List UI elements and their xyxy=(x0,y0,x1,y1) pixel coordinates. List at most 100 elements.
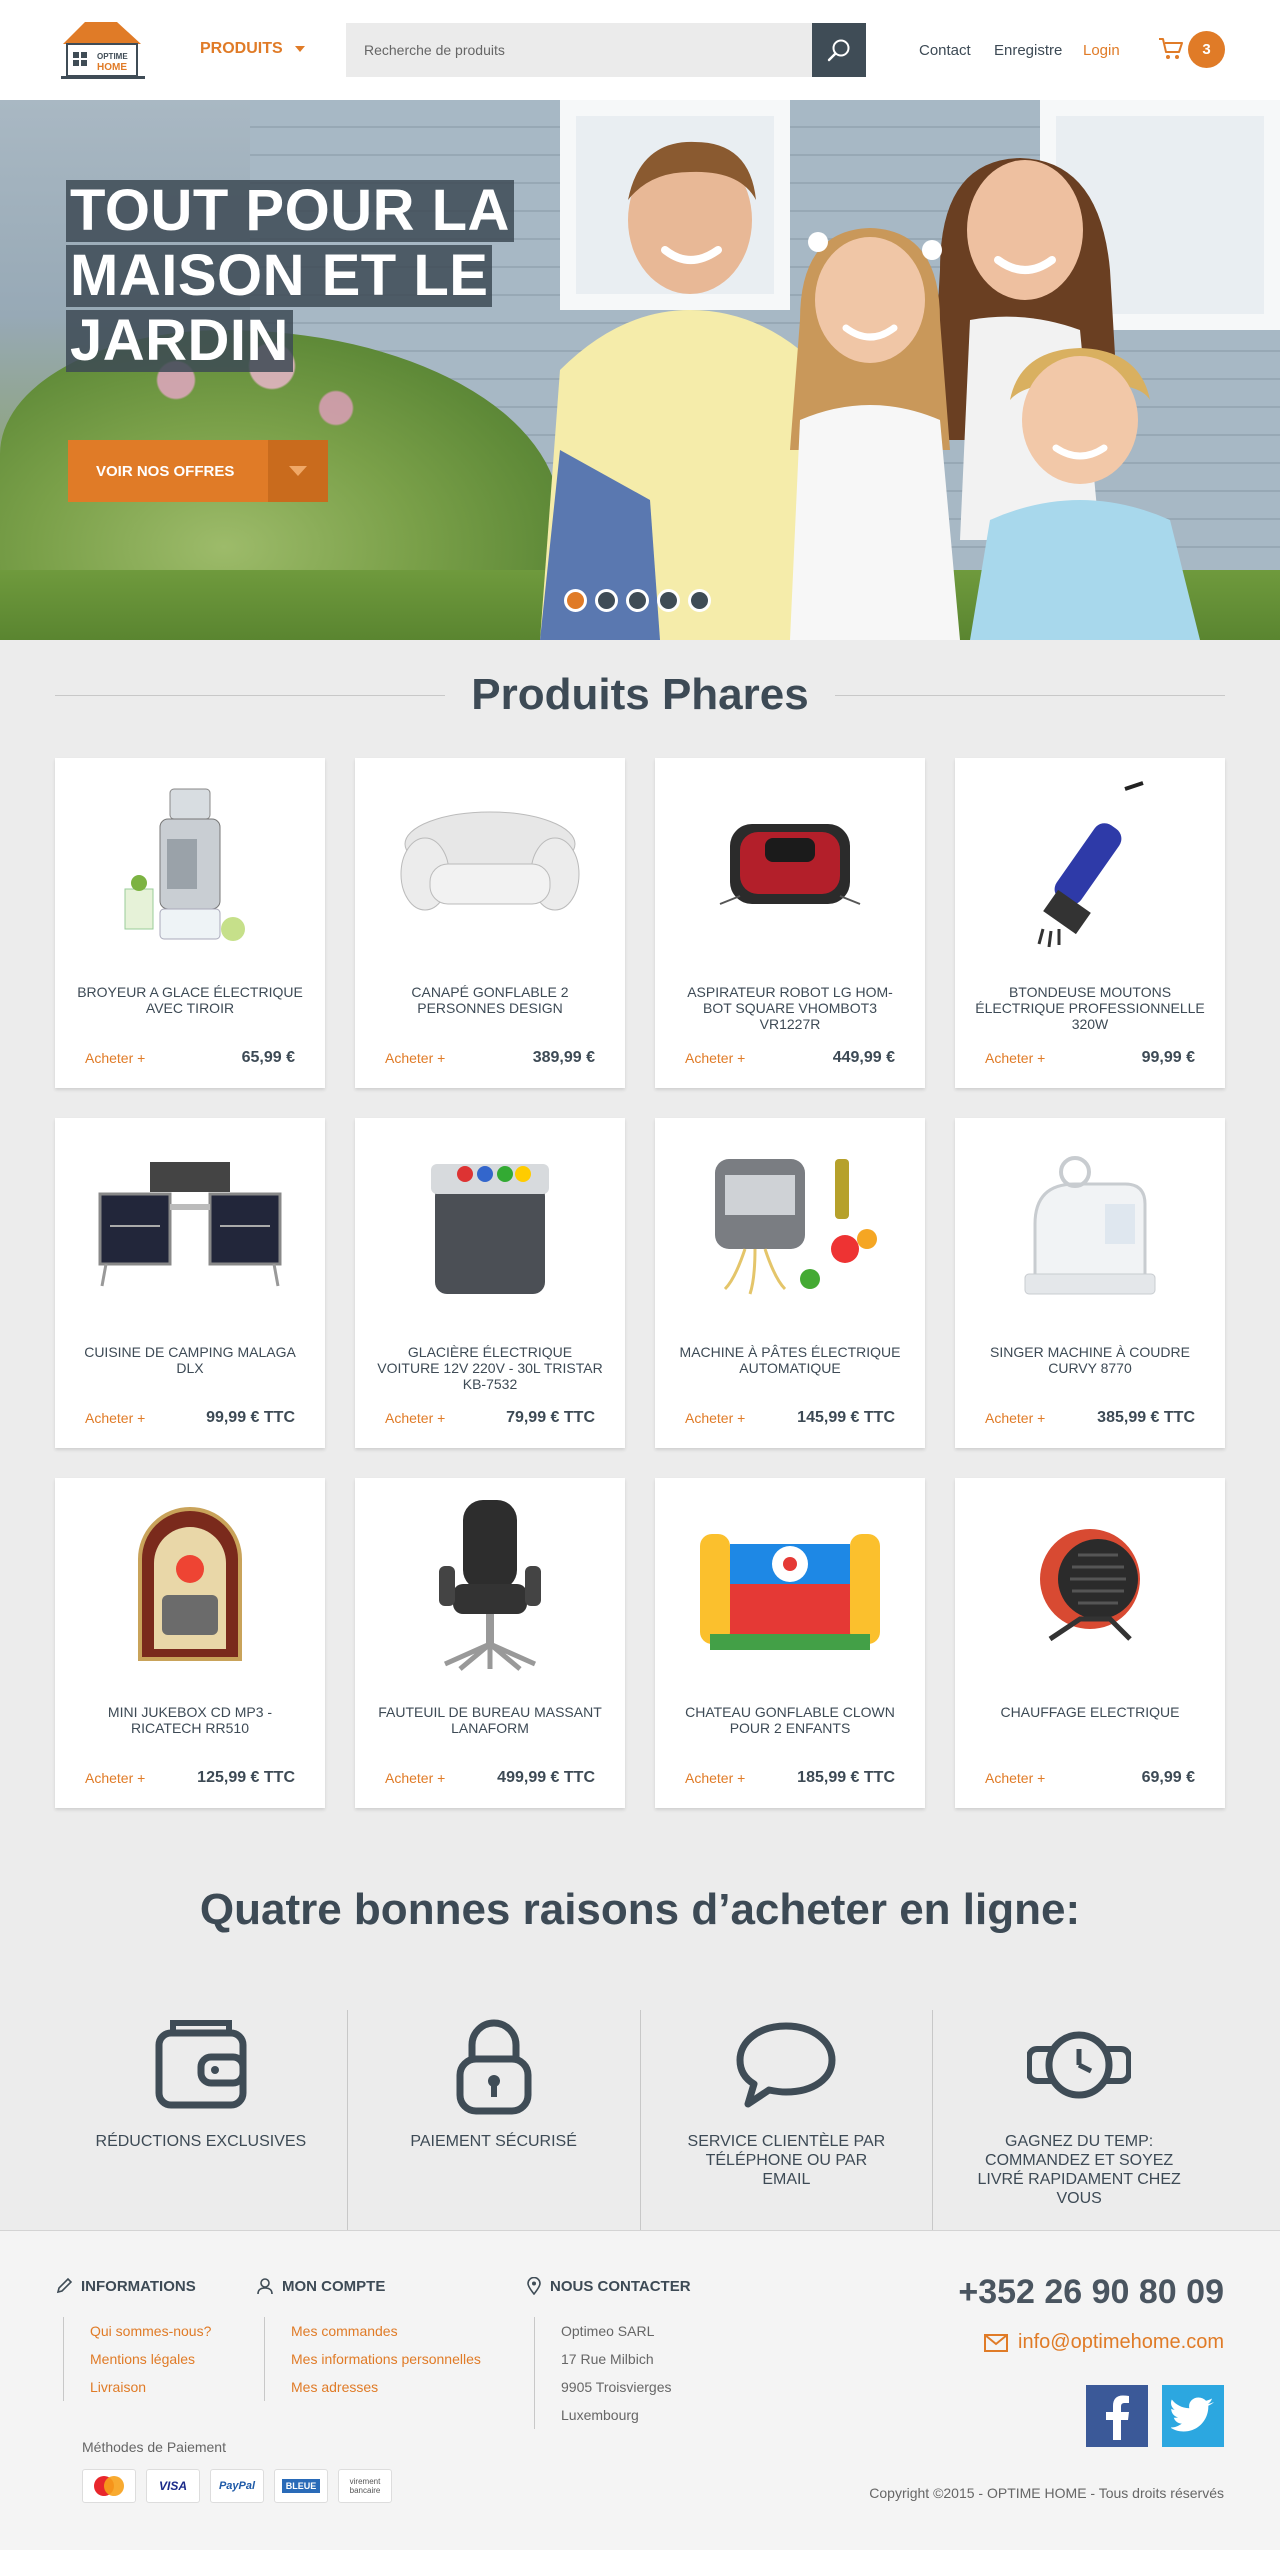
buy-button[interactable]: Acheter + xyxy=(85,1770,145,1786)
site-header: OPTIME HOME PRODUITS Contact Enregistre … xyxy=(0,0,1280,100)
search-icon xyxy=(827,39,850,62)
buy-button[interactable]: Acheter + xyxy=(985,1410,1045,1426)
product-price: 389,99 € xyxy=(532,1049,595,1066)
pasta-machine-image[interactable] xyxy=(690,1134,890,1314)
hero-family-photo xyxy=(540,141,1200,640)
carousel-dot-1[interactable] xyxy=(564,589,587,612)
product-card[interactable]: GLACIÈRE ÉLECTRIQUE VOITURE 12V 220V - 3… xyxy=(355,1118,625,1448)
buy-button[interactable]: Acheter + xyxy=(685,1410,745,1426)
product-price: 65,99 € xyxy=(241,1049,295,1066)
footer-email-link[interactable]: info@optimehome.com xyxy=(984,2331,1224,2354)
buy-button[interactable]: Acheter + xyxy=(85,1410,145,1426)
cart-icon[interactable] xyxy=(1158,36,1184,62)
product-name[interactable]: SINGER MACHINE À COUDRE CURVY 8770 xyxy=(975,1344,1205,1376)
reason-item: RÉDUCTIONS EXCLUSIVES xyxy=(55,2010,347,2230)
bouncy-castle-image[interactable] xyxy=(690,1494,890,1674)
footer-link-about[interactable]: Qui sommes-nous? xyxy=(90,2317,211,2345)
hero-title-line: JARDIN xyxy=(66,310,293,372)
product-name[interactable]: CANAPÉ GONFLABLE 2 PERSONNES DESIGN xyxy=(375,984,605,1016)
product-price: 79,99 € TTC xyxy=(506,1409,595,1426)
robot-vacuum-image[interactable] xyxy=(690,774,890,954)
product-card[interactable]: CHAUFFAGE ELECTRIQUE Acheter + 69,99 € xyxy=(955,1478,1225,1808)
footer-link-orders[interactable]: Mes commandes xyxy=(291,2317,481,2345)
ice-crusher-image[interactable] xyxy=(90,774,290,954)
optime-home-logo[interactable]: OPTIME HOME xyxy=(57,18,149,82)
footer-email-text: info@optimehome.com xyxy=(1018,2331,1224,2353)
reason-item: GAGNEZ DU TEMP: COMMANDEZ ET SOYEZ LIVRÉ… xyxy=(932,2010,1225,2230)
footer-link-personal-info[interactable]: Mes informations personnelles xyxy=(291,2345,481,2373)
carousel-dot-4[interactable] xyxy=(657,589,680,612)
carousel-dot-5[interactable] xyxy=(688,589,711,612)
product-name[interactable]: MINI JUKEBOX CD MP3 - RICATECH RR510 xyxy=(75,1704,305,1736)
buy-button[interactable]: Acheter + xyxy=(685,1050,745,1066)
product-card[interactable]: MACHINE À PÂTES ÉLECTRIQUE AUTOMATIQUE Ac… xyxy=(655,1118,925,1448)
product-card[interactable]: BROYEUR A GLACE ÉLECTRIQUE AVEC TIROIR Ac… xyxy=(55,758,325,1088)
product-card[interactable]: BTONDEUSE MOUTONS ÉLECTRIQUE PROFESSIONN… xyxy=(955,758,1225,1088)
product-card[interactable]: CHATEAU GONFLABLE CLOWN POUR 2 ENFANTS Ac… xyxy=(655,1478,925,1808)
buy-button[interactable]: Acheter + xyxy=(685,1770,745,1786)
cooler-box-image[interactable] xyxy=(390,1134,590,1314)
product-card[interactable]: CUISINE DE CAMPING MALAGA DLX Acheter + 99… xyxy=(55,1118,325,1448)
sheep-shears-image[interactable] xyxy=(990,774,1190,954)
product-name[interactable]: MACHINE À PÂTES ÉLECTRIQUE AUTOMATIQUE xyxy=(675,1344,905,1376)
register-link[interactable]: Enregistre xyxy=(994,42,1062,59)
featured-section-title: Produits Phares xyxy=(445,670,835,720)
product-name[interactable]: BROYEUR A GLACE ÉLECTRIQUE AVEC TIROIR xyxy=(75,984,305,1016)
buy-button[interactable]: Acheter + xyxy=(385,1410,445,1426)
see-offers-button[interactable]: VOIR NOS OFFRES xyxy=(68,440,328,502)
cart-count-badge[interactable]: 3 xyxy=(1188,31,1225,68)
carousel-dot-2[interactable] xyxy=(595,589,618,612)
products-menu-toggle[interactable]: PRODUITS xyxy=(200,40,305,58)
facebook-button[interactable] xyxy=(1086,2385,1148,2447)
product-name[interactable]: FAUTEUIL DE BUREAU MASSANT LANAFORM xyxy=(375,1704,605,1736)
office-chair-image[interactable] xyxy=(390,1494,590,1674)
product-card[interactable]: CANAPÉ GONFLABLE 2 PERSONNES DESIGN Achet… xyxy=(355,758,625,1088)
reason-item: PAIEMENT SÉCURISÉ xyxy=(346,2010,640,2230)
search-input[interactable] xyxy=(346,23,812,77)
product-name[interactable]: GLACIÈRE ÉLECTRIQUE VOITURE 12V 220V - 3… xyxy=(375,1344,605,1392)
product-name[interactable]: CHATEAU GONFLABLE CLOWN POUR 2 ENFANTS xyxy=(675,1704,905,1736)
inflatable-sofa-image[interactable] xyxy=(390,774,590,954)
wallet-icon xyxy=(155,2020,247,2109)
product-name[interactable]: ASPIRATEUR ROBOT LG HOM-BOT SQUARE VHOMB… xyxy=(675,984,905,1032)
sewing-machine-image[interactable] xyxy=(990,1134,1190,1314)
product-card[interactable]: MINI JUKEBOX CD MP3 - RICATECH RR510 Ache… xyxy=(55,1478,325,1808)
envelope-icon xyxy=(984,2333,1009,2352)
footer-link-delivery[interactable]: Livraison xyxy=(90,2373,211,2401)
footer-info-heading: INFORMATIONS xyxy=(55,2277,211,2295)
buy-button[interactable]: Acheter + xyxy=(85,1050,145,1066)
buy-button[interactable]: Acheter + xyxy=(385,1050,445,1066)
reason-label: SERVICE CLIENTÈLE PAR TÉLÉPHONE OU PAR E… xyxy=(687,2133,886,2188)
carousel-dot-3[interactable] xyxy=(626,589,649,612)
jukebox-image[interactable] xyxy=(90,1494,290,1674)
payment-methods-label: Méthodes de Paiement xyxy=(82,2439,226,2455)
buy-button[interactable]: Acheter + xyxy=(985,1770,1045,1786)
camping-kitchen-image[interactable] xyxy=(90,1134,290,1314)
footer-link-addresses[interactable]: Mes adresses xyxy=(291,2373,481,2401)
hero-title-line: TOUT POUR LA xyxy=(66,180,514,242)
product-card[interactable]: FAUTEUIL DE BUREAU MASSANT LANAFORM Achet… xyxy=(355,1478,625,1808)
product-name[interactable]: CUISINE DE CAMPING MALAGA DLX xyxy=(75,1344,305,1376)
lock-icon xyxy=(456,2019,532,2115)
footer-link-legal[interactable]: Mentions légales xyxy=(90,2345,211,2373)
search-button[interactable] xyxy=(812,23,866,77)
twitter-button[interactable] xyxy=(1162,2385,1224,2447)
featured-section-header: Produits Phares xyxy=(55,670,1225,720)
product-price: 449,99 € xyxy=(832,1049,895,1066)
footer-contact-heading: NOUS CONTACTER xyxy=(526,2277,691,2295)
product-name[interactable]: CHAUFFAGE ELECTRIQUE xyxy=(975,1704,1205,1720)
facebook-icon xyxy=(1106,2395,1129,2440)
footer-account-heading: MON COMPTE xyxy=(256,2277,481,2295)
product-card[interactable]: ASPIRATEUR ROBOT LG HOM-BOT SQUARE VHOMB… xyxy=(655,758,925,1088)
buy-button[interactable]: Acheter + xyxy=(985,1050,1045,1066)
buy-button[interactable]: Acheter + xyxy=(385,1770,445,1786)
login-link[interactable]: Login xyxy=(1083,42,1120,59)
footer-address-line: Optimeo SARL xyxy=(561,2323,655,2339)
carte-bleue-logo: BLEUE xyxy=(274,2469,328,2503)
product-card[interactable]: SINGER MACHINE À COUDRE CURVY 8770 Achete… xyxy=(955,1118,1225,1448)
footer-phone[interactable]: +352 26 90 80 09 xyxy=(958,2273,1224,2312)
product-name[interactable]: BTONDEUSE MOUTONS ÉLECTRIQUE PROFESSIONN… xyxy=(975,984,1205,1032)
contact-link[interactable]: Contact xyxy=(919,42,971,59)
twitter-icon xyxy=(1171,2397,1214,2432)
electric-heater-image[interactable] xyxy=(990,1494,1190,1674)
